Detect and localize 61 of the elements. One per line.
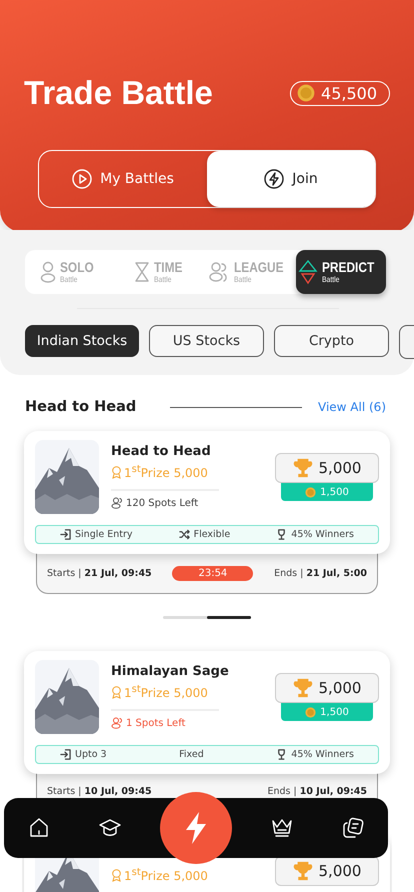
end-time: Ends | 21 Jul, 5:00	[274, 568, 367, 579]
prize-text: 1$^{st}$Prize 5,000	[111, 867, 263, 883]
spots-left: 1 Spots Left	[111, 717, 263, 729]
medal-icon	[111, 868, 122, 882]
bolt-icon	[264, 169, 284, 189]
section-title: Head to Head	[25, 399, 136, 415]
pager-indicator	[207, 616, 251, 619]
spots-left: 120 Spots Left	[111, 497, 263, 509]
home-icon[interactable]	[28, 817, 50, 839]
trophy-icon	[292, 861, 313, 881]
category-chip[interactable]: US Stocks	[149, 325, 264, 357]
graduation-cap-icon[interactable]	[98, 817, 122, 839]
category-chip[interactable]: Crypto	[274, 325, 389, 357]
prize-text: 1$^{st}$Prize 5,000	[111, 464, 263, 480]
start-time: Starts | 10 Jul, 09:45	[47, 786, 152, 797]
battle-title: Himalayan Sage	[111, 664, 230, 679]
users-icon	[111, 497, 123, 509]
mode-tab[interactable]: Join	[207, 151, 375, 207]
countdown-timer: 23:54	[172, 566, 254, 581]
feature-text: Fixed	[179, 749, 204, 760]
category-chip[interactable]	[399, 325, 414, 359]
feature-text: 45% Winners	[276, 529, 354, 540]
page-title: Trade Battle	[24, 74, 213, 112]
feature-text: Upto 3	[60, 749, 107, 760]
users-icon	[111, 717, 123, 729]
feature-text: 45% Winners	[276, 749, 354, 760]
medal-icon	[111, 466, 122, 478]
battle-type-tab[interactable]: PREDICT Battle	[296, 250, 386, 294]
medal-icon	[111, 686, 122, 698]
category-chip[interactable]: Indian Stocks	[25, 325, 139, 357]
trophy-icon	[292, 678, 313, 698]
coin-icon	[305, 486, 316, 498]
end-time: Ends | 10 Jul, 09:45	[267, 786, 367, 797]
trophy-icon	[276, 749, 288, 760]
start-time: Starts | 21 Jul, 09:45	[47, 568, 152, 579]
view-all-link[interactable]: View All (6)	[318, 400, 386, 414]
battle-card[interactable]: Head to Head 1$^{st}$Prize 5,000 120 Spots Left 5,000 1,500 Single Entry Flexible 45% Winners	[24, 431, 390, 554]
coin-icon	[305, 706, 316, 718]
mode-tab[interactable]: My Battles	[39, 151, 207, 207]
coin-icon	[297, 84, 316, 102]
enter-icon	[60, 749, 71, 760]
trophy-icon	[292, 458, 313, 478]
bolt-icon	[184, 811, 208, 845]
hourglass-icon	[134, 262, 150, 282]
shuffle-icon	[178, 529, 190, 540]
prize-pool: 5,000	[275, 673, 379, 703]
crown-icon[interactable]	[270, 817, 294, 839]
feature-text: Single Entry	[60, 529, 133, 540]
coin-balance[interactable]: 45,500	[290, 80, 390, 106]
prize-pool: 5,000	[275, 453, 379, 483]
cards-icon[interactable]	[340, 817, 365, 839]
play-icon	[72, 169, 92, 189]
prize-text: 1$^{st}$Prize 5,000	[111, 684, 263, 700]
up-down-icon	[298, 259, 318, 285]
prize-pool: 5,000	[275, 856, 379, 886]
trophy-icon	[276, 529, 288, 540]
feature-text: Flexible	[178, 529, 230, 540]
user-icon	[40, 261, 56, 283]
battle-title: Head to Head	[111, 444, 212, 459]
battle-card[interactable]: Himalayan Sage 1$^{st}$Prize 5,000 1 Spots Left 5,000 1,500 Upto 3 Fixed 45% Winners	[24, 651, 390, 774]
enter-icon	[60, 529, 71, 540]
